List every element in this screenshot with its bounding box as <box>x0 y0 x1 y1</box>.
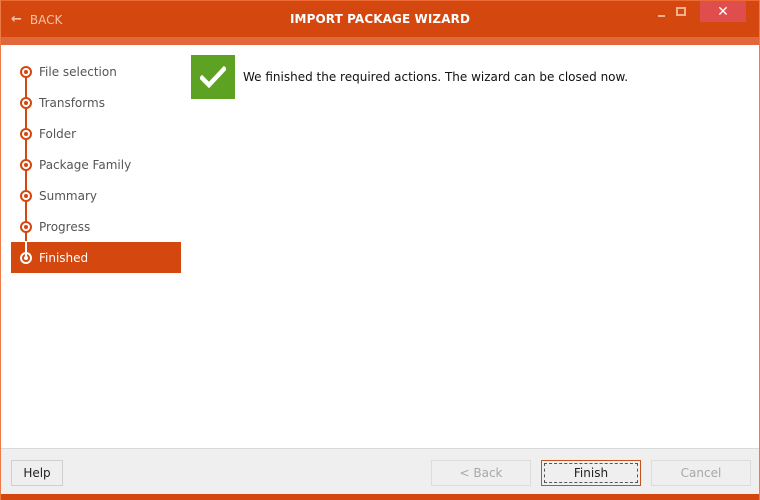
step-package-family[interactable]: Package Family <box>11 149 181 180</box>
step-indicator-icon <box>20 127 32 140</box>
step-label: Folder <box>39 126 77 141</box>
step-label: Summary <box>39 188 97 203</box>
step-indicator-icon <box>20 158 32 171</box>
step-summary[interactable]: Summary <box>11 180 181 211</box>
help-button[interactable]: Help <box>11 460 63 486</box>
step-connector-active <box>25 241 27 257</box>
step-indicator-icon <box>20 189 32 202</box>
cancel-button[interactable]: Cancel <box>651 460 751 486</box>
bottom-accent-strip <box>1 494 759 500</box>
finish-button[interactable]: Finish <box>541 460 641 486</box>
footer-bar: Help < Back Finish Cancel <box>1 448 759 494</box>
step-label: File selection <box>39 64 117 79</box>
maximize-button[interactable] <box>671 1 691 21</box>
close-icon: ✕ <box>717 3 729 20</box>
minimize-icon <box>657 15 665 17</box>
maximize-icon <box>676 6 686 16</box>
step-finished[interactable]: Finished <box>11 242 181 273</box>
checkmark-icon <box>191 55 235 99</box>
wizard-window: ← BACK IMPORT PACKAGE WIZARD ✕ File sele… <box>0 0 760 500</box>
step-progress[interactable]: Progress <box>11 211 181 242</box>
close-button[interactable]: ✕ <box>700 1 746 22</box>
focus-ring <box>544 463 638 483</box>
step-label: Progress <box>39 219 91 234</box>
step-label: Finished <box>39 250 89 265</box>
accent-strip <box>1 37 759 45</box>
step-transforms[interactable]: Transforms <box>11 87 181 118</box>
title-bar: ← BACK IMPORT PACKAGE WIZARD ✕ <box>1 0 759 37</box>
step-label: Transforms <box>39 95 105 110</box>
step-indicator-icon <box>20 65 32 78</box>
step-folder[interactable]: Folder <box>11 118 181 149</box>
step-indicator-icon <box>20 96 32 109</box>
wizard-steps: File selection Transforms Folder Package… <box>11 56 181 273</box>
completion-message: We finished the required actions. The wi… <box>243 70 629 84</box>
back-button[interactable]: < Back <box>431 460 531 486</box>
step-file-selection[interactable]: File selection <box>11 56 181 87</box>
step-indicator-icon <box>20 220 32 233</box>
step-label: Package Family <box>39 157 132 172</box>
minimize-button[interactable] <box>651 1 671 21</box>
window-title: IMPORT PACKAGE WIZARD <box>289 12 471 26</box>
